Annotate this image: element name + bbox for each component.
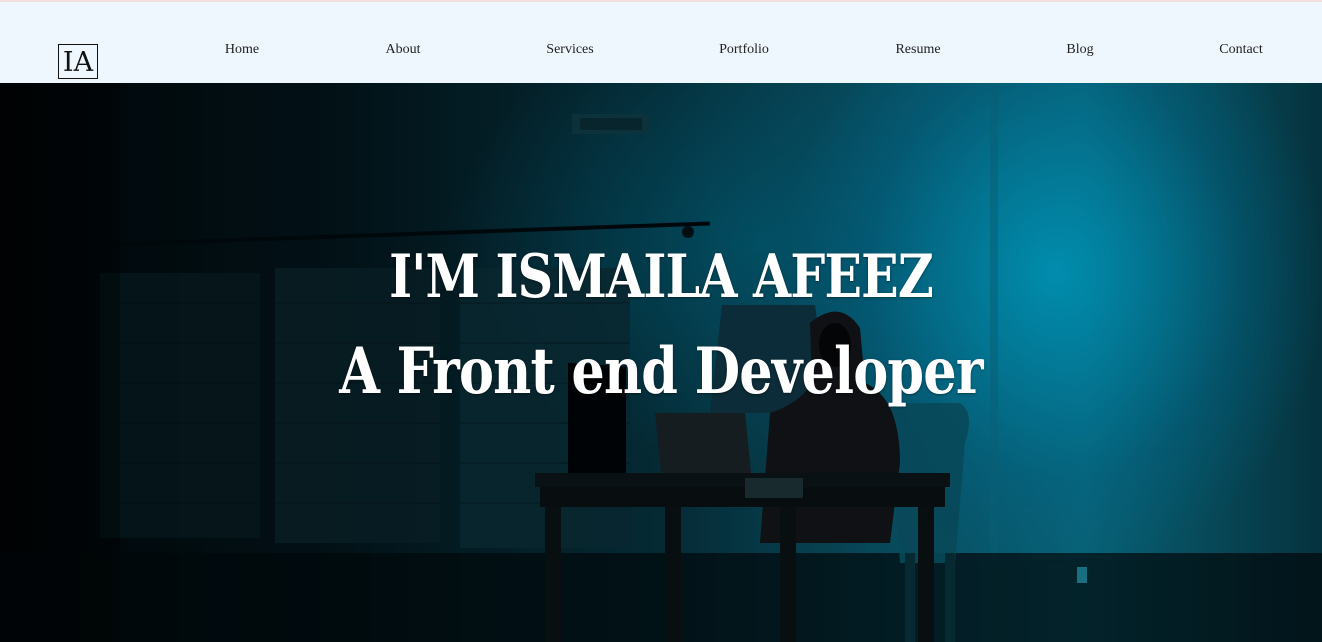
nav-contact-link[interactable]: Contact [1219, 42, 1263, 58]
nav-home-link[interactable]: Home [225, 42, 259, 58]
site-logo[interactable]: IA [58, 44, 98, 79]
hero-section: I'M ISMAILA AFEEZ A Front end Developer [0, 83, 1322, 642]
nav-portfolio-link[interactable]: Portfolio [719, 42, 769, 58]
hero-title: I'M ISMAILA AFEEZ [389, 242, 934, 312]
navbar: IA Home About Services Portfolio Resume … [0, 0, 1322, 83]
nav-services-link[interactable]: Services [546, 42, 593, 58]
logo-text: IA [62, 47, 94, 78]
nav-about-link[interactable]: About [386, 42, 421, 58]
nav-blog-link[interactable]: Blog [1066, 42, 1093, 58]
nav-resume-link[interactable]: Resume [895, 42, 940, 58]
hero-subtitle: A Front end Developer [339, 334, 983, 409]
